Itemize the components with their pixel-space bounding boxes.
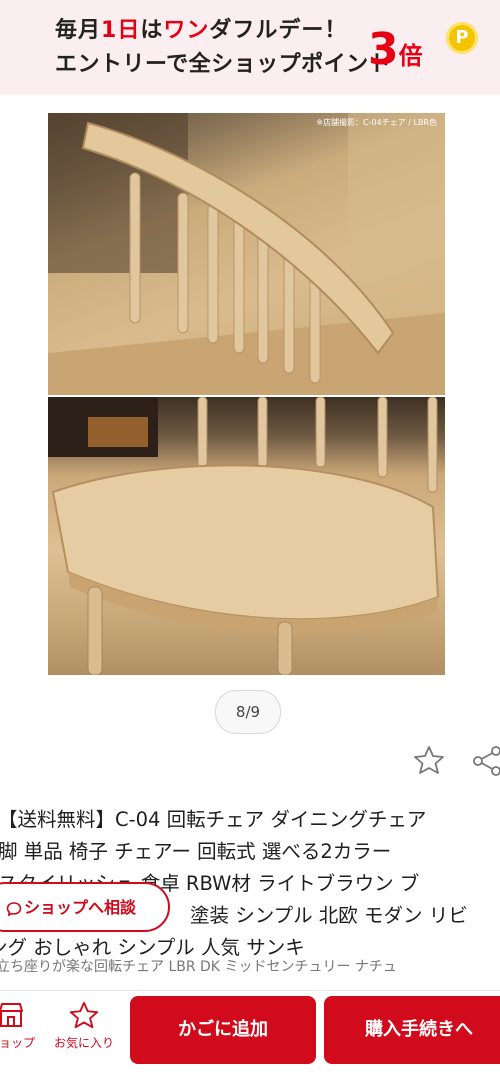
- banner-text-month: 毎月: [55, 18, 102, 43]
- chair-seat-illustration: [48, 397, 440, 675]
- shop-tab[interactable]: ショップ: [0, 1000, 36, 1051]
- title-line: 【送料無料】C-04 回転チェア ダイニングチェア: [0, 808, 427, 831]
- shop-tab-label: ショップ: [0, 1036, 35, 1050]
- banner-text-ha: は: [140, 18, 164, 43]
- banner-text-day-name: ダフルデー！: [209, 18, 348, 43]
- star-icon: [69, 1001, 99, 1029]
- favorite-tab[interactable]: お気に入り: [46, 1000, 122, 1051]
- title-line: 脚 単品 椅子 チェアー 回転式 選べる2カラー: [0, 840, 392, 863]
- product-photo-back[interactable]: ※店舗撮影：C-04チェア / LBR色: [48, 113, 445, 395]
- checkout-button[interactable]: 購入手続きへ: [324, 996, 500, 1064]
- banner-text-day: 1日: [101, 18, 141, 43]
- product-photo-seat[interactable]: [48, 397, 445, 675]
- store-icon: [0, 1003, 23, 1027]
- share-icon[interactable]: [470, 744, 500, 778]
- star-icon[interactable]: [413, 744, 445, 776]
- coin-icon: P: [446, 22, 478, 54]
- photo-caption: ※店舗撮影：C-04チェア / LBR色: [316, 118, 437, 127]
- shop-consult-button[interactable]: ショップへ相談: [0, 882, 170, 932]
- multiplier-unit: 倍: [398, 42, 423, 70]
- banner-subline: エントリーで全ショップポイント: [55, 52, 392, 77]
- consult-label: ショップへ相談: [24, 898, 137, 917]
- banner-headline: 毎月1日はワンダフルデー！: [55, 12, 347, 44]
- promo-banner[interactable]: 毎月1日はワンダフルデー！ エントリーで全ショップポイント 3倍 P: [0, 0, 500, 95]
- product-subtitle: 立ち座りが楽な回転チェア LBR DK ミッドセンチュリー ナチュ: [0, 959, 397, 975]
- multiplier-number: 3: [368, 24, 399, 75]
- chat-icon: [6, 902, 22, 917]
- banner-multiplier: 3倍: [368, 24, 423, 75]
- add-to-cart-button[interactable]: かごに追加: [130, 996, 316, 1064]
- favorite-tab-label: お気に入り: [53, 1036, 114, 1050]
- banner-text-wan: ワン: [163, 18, 210, 43]
- chair-back-illustration: [48, 113, 445, 395]
- image-counter: 8/9: [215, 690, 281, 734]
